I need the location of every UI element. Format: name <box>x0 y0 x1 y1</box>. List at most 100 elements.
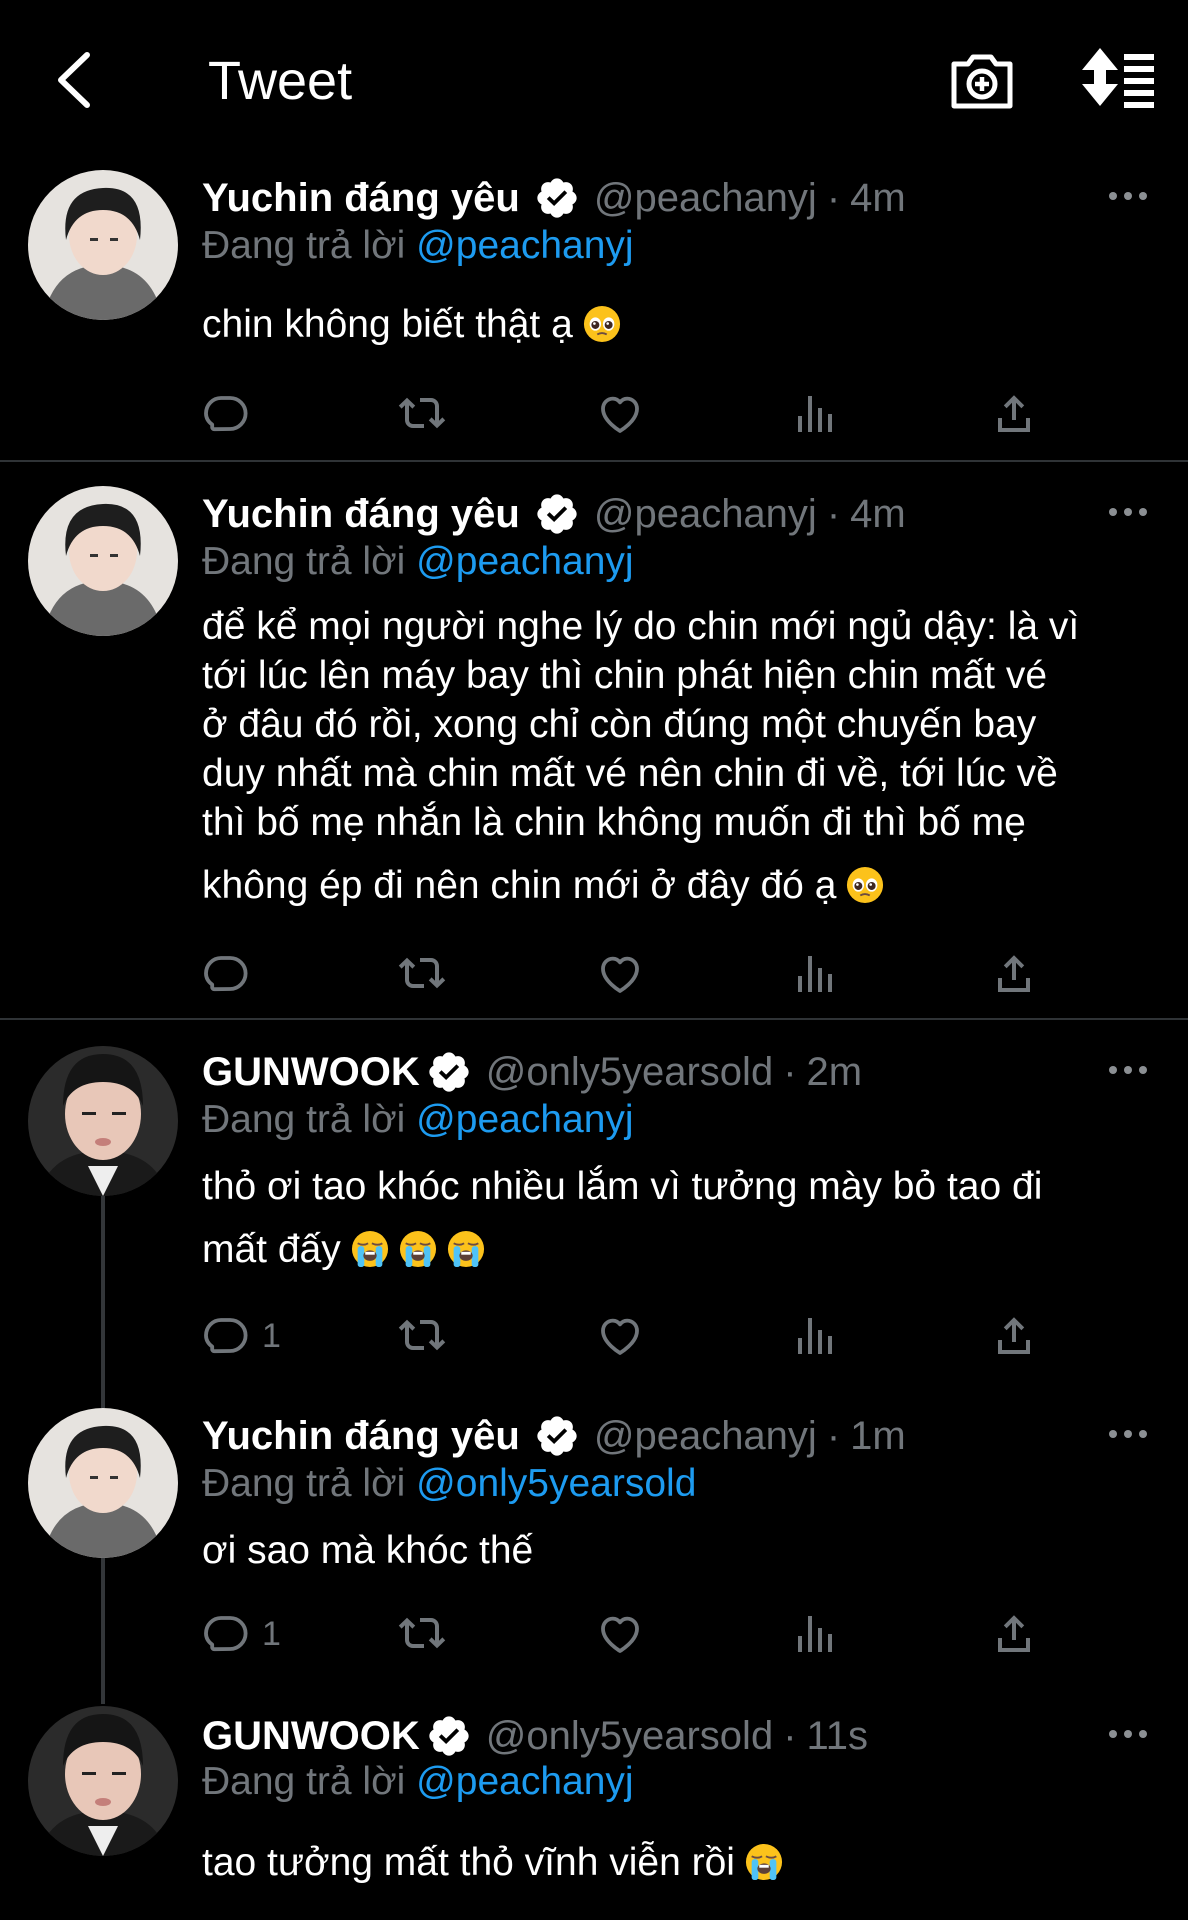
tweet-text: tao tưởng mất thỏ vĩnh viễn rồi <box>202 1838 1162 1887</box>
loudly-crying-face-emoji <box>447 1230 485 1268</box>
tweet-text-content: ơi sao mà khóc thế <box>202 1529 534 1572</box>
verified-badge-icon <box>534 1413 580 1459</box>
reply-button[interactable] <box>202 944 250 1004</box>
replying-to-mention[interactable]: @peachanyj <box>416 1760 633 1803</box>
analytics-icon <box>792 390 840 438</box>
more-button[interactable] <box>1100 494 1156 530</box>
pleading-face-emoji <box>846 866 884 904</box>
display-name[interactable]: Yuchin đáng yêu <box>202 176 520 221</box>
thread-connector <box>101 1558 105 1704</box>
verified-badge-icon <box>534 491 580 537</box>
reply-button[interactable]: 1 <box>202 1306 281 1366</box>
display-name[interactable]: Yuchin đáng yêu <box>202 1414 520 1459</box>
avatar[interactable] <box>28 170 178 320</box>
tweet-text-line: ở đâu đó rồi, xong chỉ còn đúng một chuy… <box>202 703 1037 746</box>
retweet-button[interactable] <box>398 1306 446 1366</box>
analytics-button[interactable] <box>792 1604 840 1664</box>
avatar[interactable] <box>28 1706 178 1856</box>
replying-to-label: Đang trả lời <box>202 224 406 267</box>
verified-badge-icon <box>426 1049 472 1095</box>
replying-to-mention[interactable]: @only5yearsold <box>416 1462 696 1505</box>
tweet-text-line: tới lúc lên máy bay thì chin phát hiện c… <box>202 654 1048 697</box>
tweet-header: GUNWOOK @only5yearsold · 2m <box>202 1046 862 1098</box>
display-name[interactable]: Yuchin đáng yêu <box>202 492 520 537</box>
timestamp[interactable]: 4m <box>850 492 906 537</box>
verified-badge-icon <box>426 1713 472 1759</box>
username[interactable]: @peachanyj <box>594 176 817 221</box>
retweet-icon <box>398 1312 446 1360</box>
more-icon <box>1108 191 1148 201</box>
back-button[interactable] <box>36 40 108 120</box>
reply-icon <box>202 1610 250 1658</box>
divider <box>0 1018 1188 1020</box>
tweet-text-line-last: mất đấy <box>202 1225 1162 1274</box>
display-name[interactable]: GUNWOOK <box>202 1050 420 1095</box>
share-icon <box>990 950 1038 998</box>
username[interactable]: @only5yearsold <box>486 1050 773 1095</box>
timestamp[interactable]: 2m <box>807 1050 863 1095</box>
share-button[interactable] <box>990 1604 1038 1664</box>
more-button[interactable] <box>1100 1416 1156 1452</box>
avatar[interactable] <box>28 1408 178 1558</box>
avatar[interactable] <box>28 486 178 636</box>
display-name[interactable]: GUNWOOK <box>202 1714 420 1759</box>
replying-to: Đang trả lời @only5yearsold <box>202 1462 696 1506</box>
like-button[interactable] <box>596 1604 644 1664</box>
reply-button[interactable] <box>202 384 250 444</box>
more-icon <box>1108 1729 1148 1739</box>
retweet-icon <box>398 950 446 998</box>
reply-button[interactable]: 1 <box>202 1604 281 1664</box>
retweet-button[interactable] <box>398 944 446 1004</box>
replying-to-label: Đang trả lời <box>202 1462 406 1505</box>
retweet-button[interactable] <box>398 1604 446 1664</box>
like-button[interactable] <box>596 944 644 1004</box>
analytics-button[interactable] <box>792 1306 840 1366</box>
tweet-text-content: chin không biết thật ạ <box>202 303 573 346</box>
reply-icon <box>202 390 250 438</box>
analytics-button[interactable] <box>792 944 840 1004</box>
tweet-header: Yuchin đáng yêu @peachanyj · 4m <box>202 488 906 540</box>
tweet-text-line-last: không ép đi nên chin mới ở đây đó ạ <box>202 861 1162 910</box>
more-button[interactable] <box>1100 1716 1156 1752</box>
sort-icon <box>1082 48 1154 108</box>
avatar[interactable] <box>28 1046 178 1196</box>
loudly-crying-face-emoji <box>399 1230 437 1268</box>
heart-icon <box>596 1312 644 1360</box>
replying-to: Đang trả lời @peachanyj <box>202 1098 634 1142</box>
tweet-text: thỏ ơi tao khóc nhiều lắm vì tưởng mày b… <box>202 1162 1162 1274</box>
share-button[interactable] <box>990 944 1038 1004</box>
loudly-crying-face-emoji <box>351 1230 389 1268</box>
replying-to-mention[interactable]: @peachanyj <box>416 1098 633 1141</box>
thread-connector <box>101 1196 105 1408</box>
back-arrow-icon <box>58 52 90 108</box>
retweet-icon <box>398 390 446 438</box>
replying-to-mention[interactable]: @peachanyj <box>416 540 633 583</box>
analytics-icon <box>792 950 840 998</box>
separator-dot: · <box>783 1049 797 1094</box>
camera-button[interactable] <box>946 44 1018 116</box>
username[interactable]: @peachanyj <box>594 492 817 537</box>
share-button[interactable] <box>990 384 1038 444</box>
username[interactable]: @only5yearsold <box>486 1714 773 1759</box>
camera-add-icon <box>951 54 1013 109</box>
replying-to: Đang trả lời @peachanyj <box>202 224 634 268</box>
share-button[interactable] <box>990 1306 1038 1366</box>
separator-dot: · <box>783 1713 797 1758</box>
more-button[interactable] <box>1100 1052 1156 1088</box>
sort-button[interactable] <box>1078 44 1158 116</box>
verified-badge-icon <box>534 175 580 221</box>
tweet-actions: 1 <box>202 1604 1062 1664</box>
timestamp[interactable]: 11s <box>807 1714 869 1759</box>
analytics-button[interactable] <box>792 384 840 444</box>
loudly-crying-face-emoji <box>745 1843 783 1881</box>
replying-to-mention[interactable]: @peachanyj <box>416 224 633 267</box>
more-button[interactable] <box>1100 178 1156 214</box>
timestamp[interactable]: 4m <box>850 176 906 221</box>
like-button[interactable] <box>596 384 644 444</box>
separator-dot: · <box>826 1413 841 1458</box>
retweet-button[interactable] <box>398 384 446 444</box>
tweet-text: chin không biết thật ạ <box>202 300 1162 349</box>
like-button[interactable] <box>596 1306 644 1366</box>
username[interactable]: @peachanyj <box>594 1414 817 1459</box>
timestamp[interactable]: 1m <box>850 1414 906 1459</box>
